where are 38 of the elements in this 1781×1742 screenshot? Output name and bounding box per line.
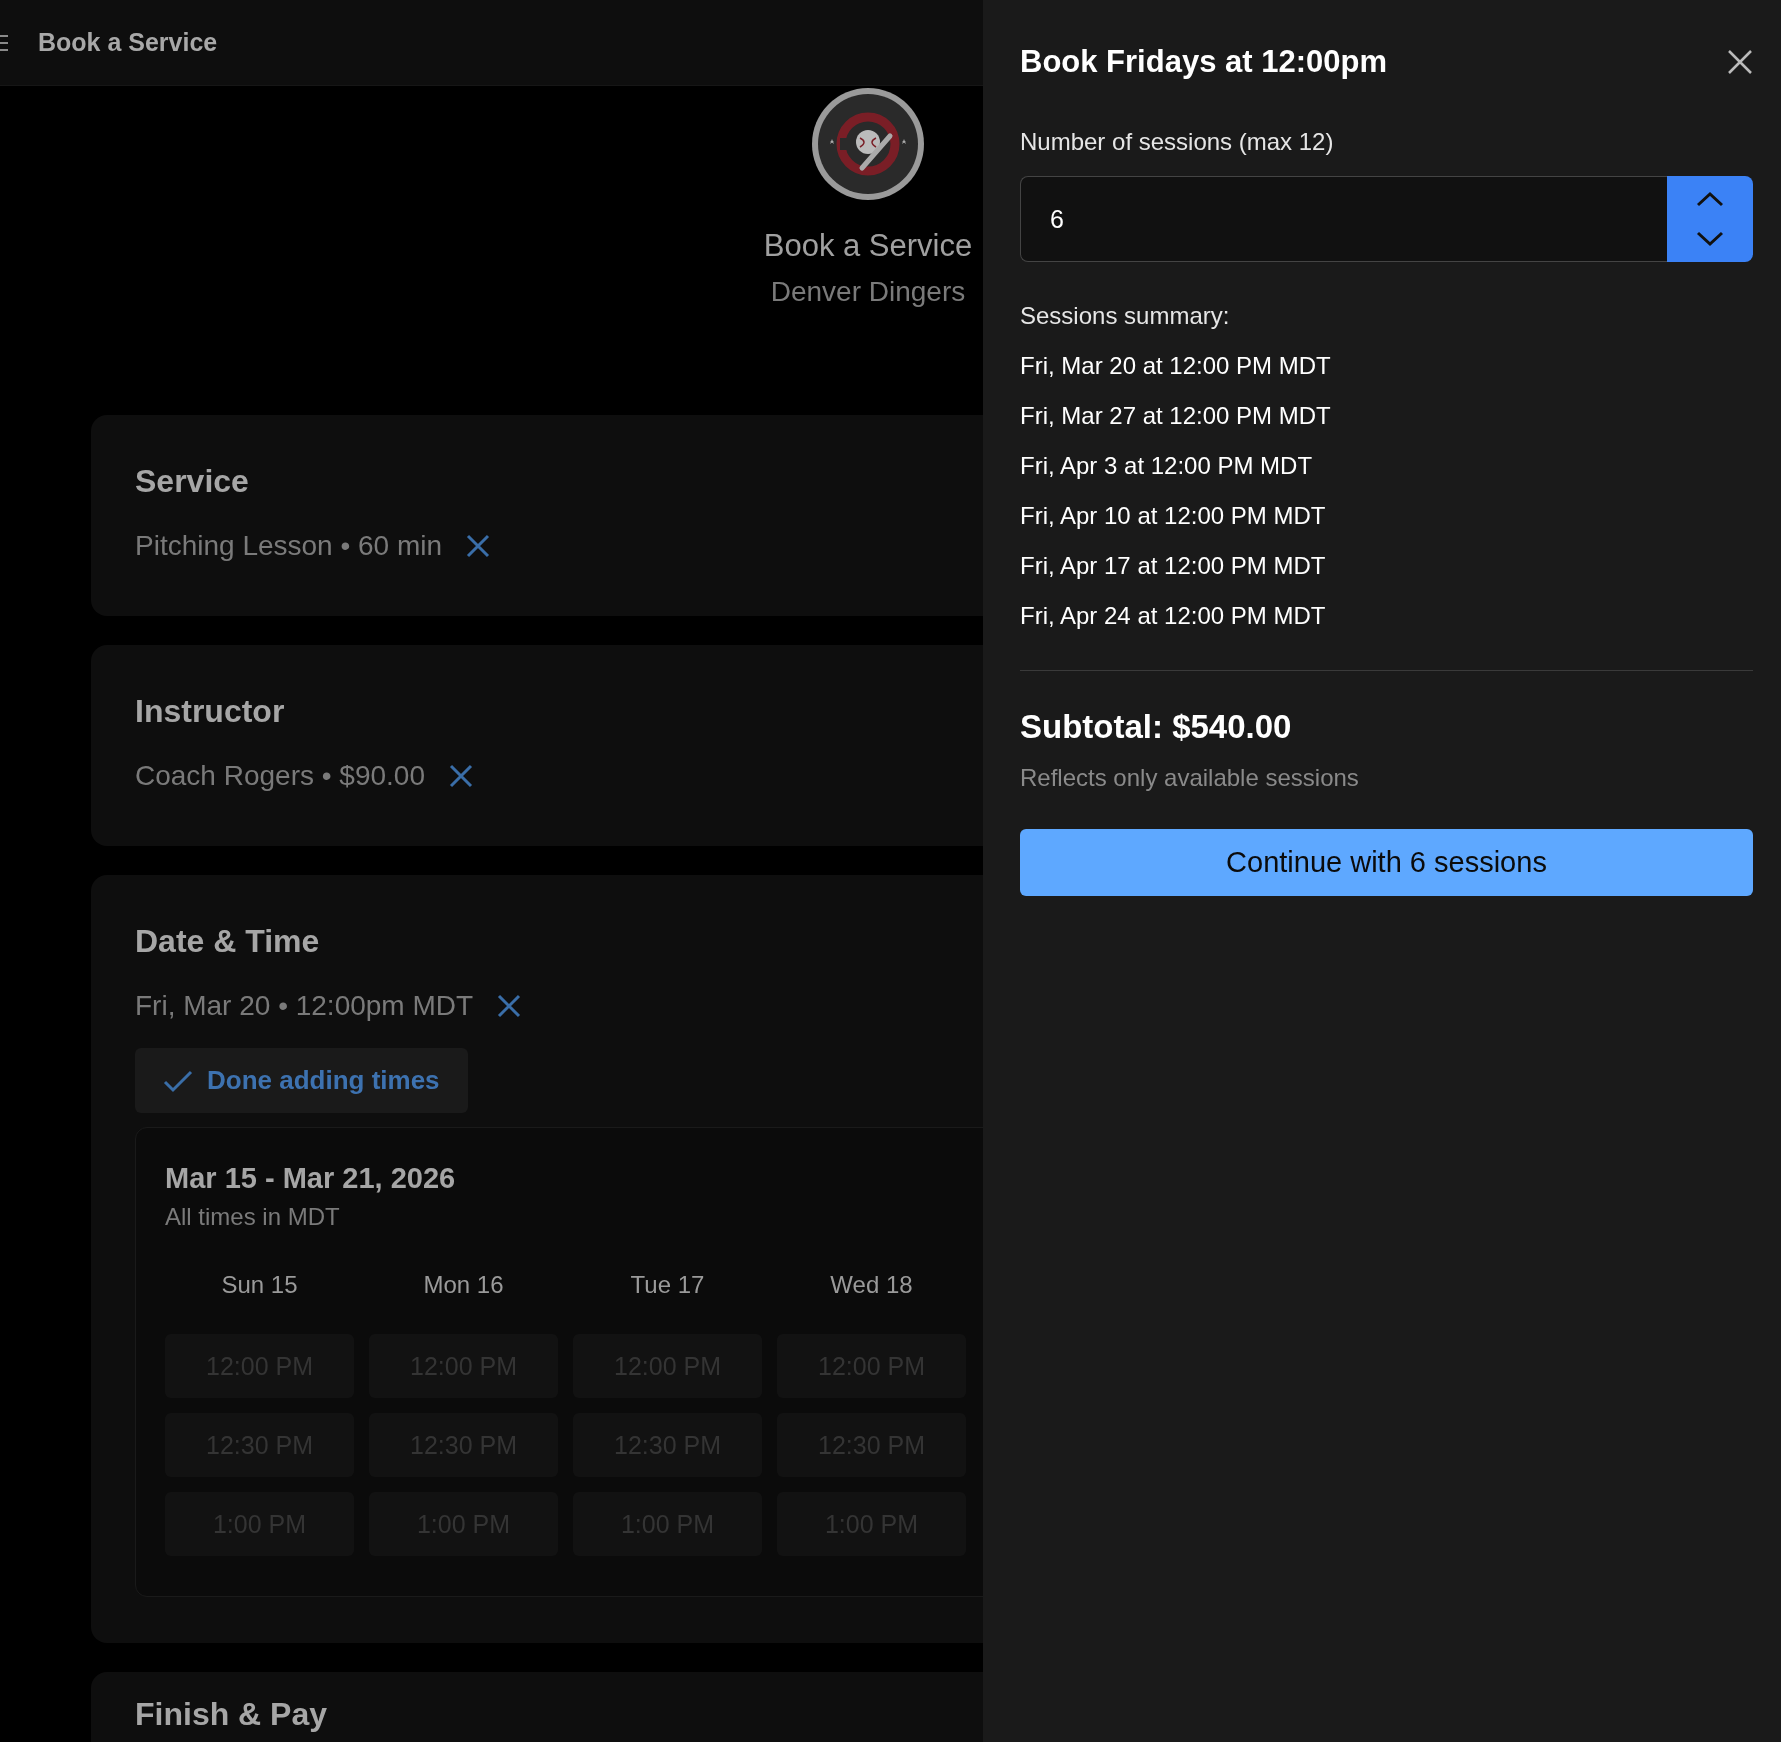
section-title: Finish & Pay: [135, 1696, 328, 1733]
day-header: Wed 18: [829, 1271, 914, 1300]
check-icon: [163, 1068, 193, 1093]
section-title: Instructor: [135, 693, 285, 730]
menu-icon[interactable]: [0, 32, 10, 53]
subtotal-note: Reflects only available sessions: [1020, 764, 1359, 792]
selection-value: Coach Rogers • $90.00: [135, 760, 425, 792]
close-icon[interactable]: [1727, 49, 1753, 75]
section-title: Date & Time: [135, 923, 320, 960]
clear-icon[interactable]: [449, 764, 473, 788]
stepper-arrows-icon: [1695, 191, 1725, 247]
timezone-note: All times in MDT: [165, 1203, 340, 1231]
clear-icon[interactable]: [497, 994, 522, 1018]
organization-name: Denver Dingers: [770, 276, 966, 308]
session-item: Fri, Apr 24 at 12:00 PM MDT: [1020, 602, 1326, 630]
subtotal: Subtotal: $540.00: [1020, 708, 1292, 746]
session-item: Fri, Mar 27 at 12:00 PM MDT: [1020, 402, 1331, 430]
page-title: Book a Service: [38, 28, 218, 57]
session-item: Fri, Apr 10 at 12:00 PM MDT: [1020, 502, 1326, 530]
field-label: Number of sessions (max 12): [1020, 128, 1334, 156]
selection-value: Fri, Mar 20 • 12:00pm MDT: [135, 990, 474, 1022]
section-title: Service: [135, 463, 249, 500]
session-item: Fri, Apr 17 at 12:00 PM MDT: [1020, 552, 1326, 580]
continue-button[interactable]: Continue with 6 sessions: [1020, 829, 1753, 896]
day-header: Mon 16: [422, 1271, 505, 1300]
summary-label: Sessions summary:: [1020, 302, 1230, 330]
clear-icon[interactable]: [466, 534, 491, 558]
day-header: Tue 17: [629, 1271, 706, 1300]
session-item: Fri, Apr 3 at 12:00 PM MDT: [1020, 452, 1313, 480]
selection-value: Pitching Lesson • 60 min: [135, 530, 443, 562]
session-item: Fri, Mar 20 at 12:00 PM MDT: [1020, 352, 1331, 380]
day-header: Sun 15: [220, 1271, 299, 1300]
drawer-title: Book Fridays at 12:00pm: [1020, 44, 1387, 80]
stepper-button[interactable]: [1667, 176, 1753, 262]
week-range: Mar 15 - Mar 21, 2026: [165, 1162, 456, 1195]
page-heading: Book a Service: [763, 228, 973, 264]
done-adding-times-button[interactable]: Done adding times: [135, 1048, 468, 1113]
sessions-input[interactable]: 6: [1020, 176, 1667, 262]
